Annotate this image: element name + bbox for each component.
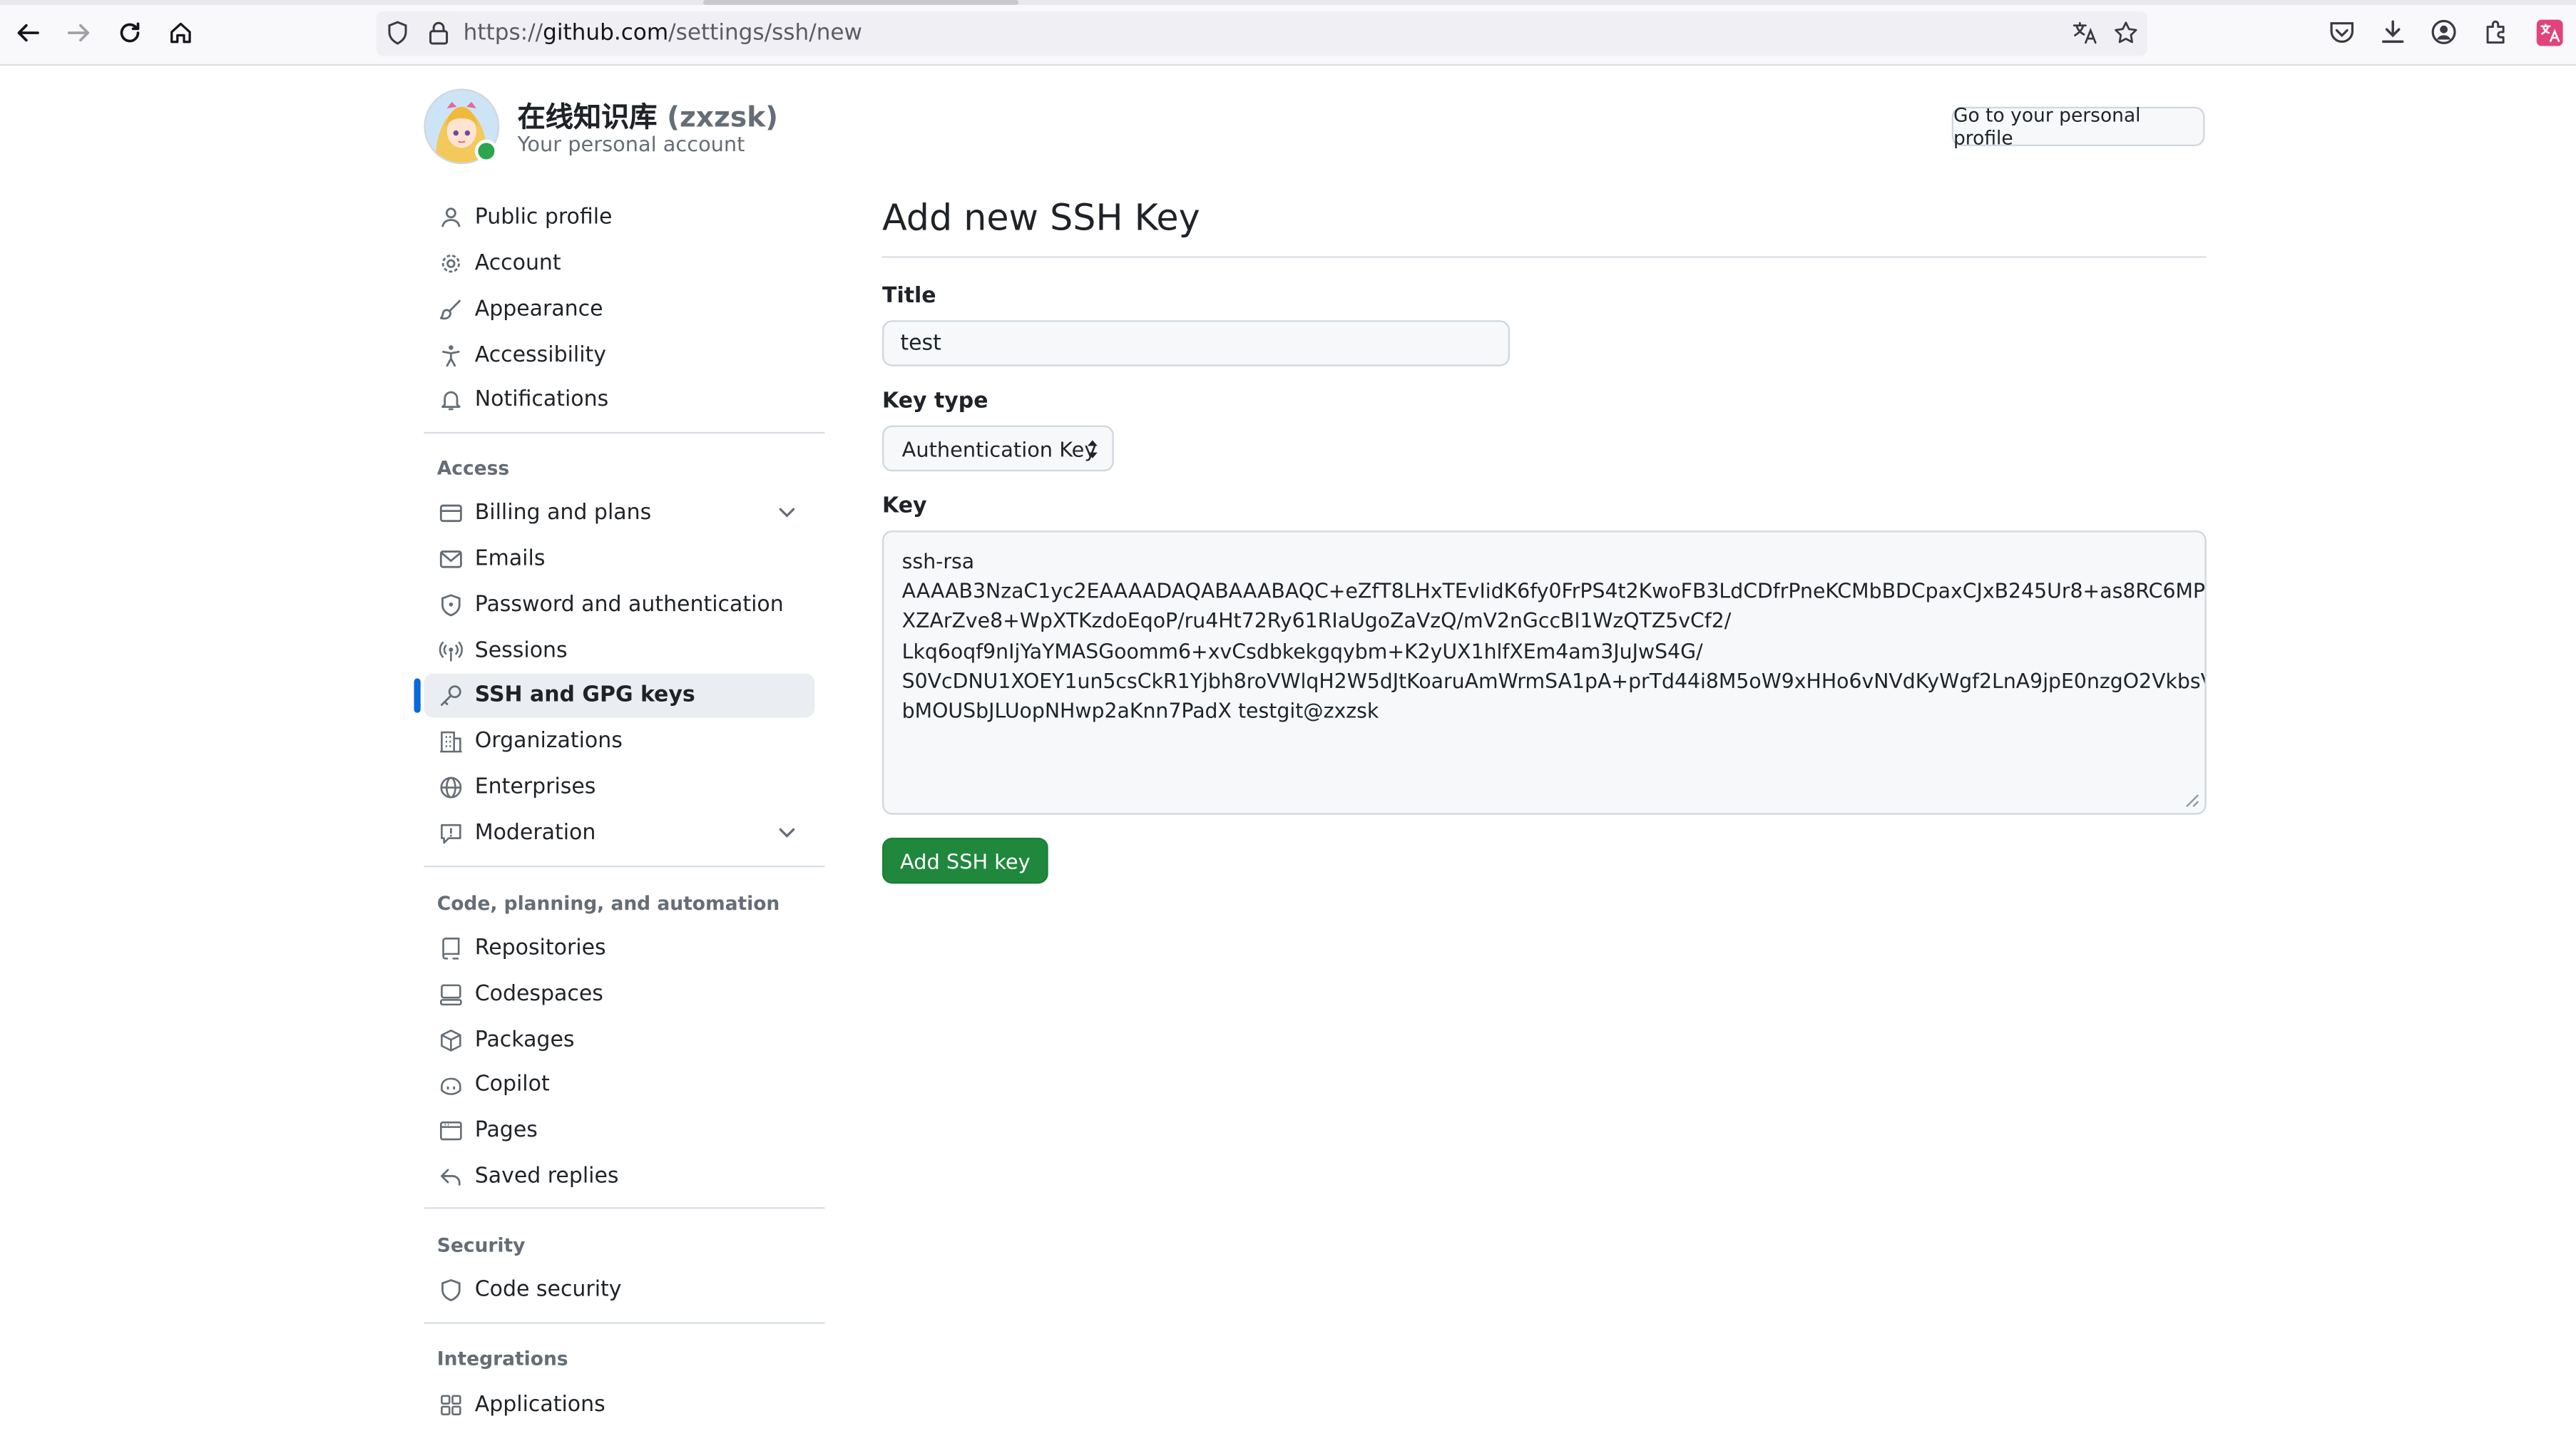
translate-icon[interactable]: [2072, 20, 2098, 46]
sidebar-item-organizations[interactable]: Organizations: [424, 719, 814, 764]
tracking-protection-icon[interactable]: [384, 20, 411, 46]
resize-handle-icon[interactable]: [2185, 794, 2200, 809]
paintbrush-icon: [437, 297, 464, 323]
home-icon: [170, 22, 191, 43]
sidebar-item-appearance[interactable]: Appearance: [424, 287, 814, 332]
arrow-right-icon: [67, 24, 90, 42]
sidebar-item-emails[interactable]: Emails: [424, 537, 814, 581]
key-label: Key: [882, 494, 927, 519]
title-divider: [882, 256, 2207, 258]
section-heading-code: Code, planning, and automation: [436, 891, 780, 916]
broadcast-icon: [437, 638, 464, 665]
sidebar-item-moderation[interactable]: Moderation: [424, 811, 814, 856]
globe-icon: [437, 774, 464, 801]
back-button[interactable]: [9, 13, 48, 52]
sidebar-item-password-auth[interactable]: Password and authentication: [424, 583, 814, 627]
url-bar[interactable]: https://github.com/settings/ssh/new: [376, 11, 2147, 56]
sidebar-item-applications[interactable]: Applications: [424, 1383, 814, 1427]
star-icon[interactable]: [2112, 20, 2139, 46]
home-button[interactable]: [161, 13, 200, 52]
download-icon[interactable]: [2379, 18, 2408, 47]
sidebar-item-billing[interactable]: Billing and plans: [424, 491, 814, 535]
sidebar-item-public-profile[interactable]: Public profile: [424, 195, 814, 240]
apps-icon: [437, 1392, 464, 1418]
key-textarea[interactable]: ssh-rsa AAAAB3NzaC1yc2EAAAADAQABAAABAQC+…: [882, 530, 2207, 815]
sidebar-item-copilot[interactable]: Copilot: [424, 1062, 814, 1107]
reply-icon: [437, 1164, 464, 1190]
add-ssh-key-button[interactable]: Add SSH key: [882, 837, 1048, 884]
accessibility-icon: [437, 342, 464, 369]
sidebar-item-account[interactable]: Account: [424, 242, 814, 286]
extension-translate-icon[interactable]: [2536, 19, 2563, 46]
chevron-down-icon[interactable]: [775, 821, 798, 844]
sidebar-item-ssh-gpg-keys[interactable]: SSH and GPG keys: [424, 673, 815, 718]
account-name: 在线知识库 (zxzsk): [517, 101, 779, 135]
shield-lock-icon: [437, 592, 464, 618]
sidebar-item-repositories[interactable]: Repositories: [424, 926, 814, 970]
page-title: Add new SSH Key: [882, 198, 1200, 240]
sidebar-item-codespaces[interactable]: Codespaces: [424, 973, 814, 1017]
repo-icon: [437, 935, 464, 962]
account-subtitle: Your personal account: [517, 131, 745, 156]
sidebar-divider: [424, 1322, 825, 1324]
sidebar-divider: [424, 431, 825, 434]
key-type-select[interactable]: Authentication Key: [882, 425, 1114, 472]
sidebar-item-accessibility[interactable]: Accessibility: [424, 334, 814, 378]
copilot-icon: [437, 1072, 464, 1098]
section-heading-access: Access: [436, 456, 510, 480]
section-heading-security: Security: [436, 1234, 526, 1257]
sidebar-item-notifications[interactable]: Notifications: [424, 378, 814, 422]
title-label: Title: [882, 284, 936, 309]
organization-icon: [437, 729, 464, 755]
active-indicator: [414, 678, 421, 713]
section-heading-integrations: Integrations: [436, 1346, 568, 1370]
tab-strip: [0, 0, 2576, 5]
title-input[interactable]: [882, 320, 1511, 366]
browser-icon: [437, 1118, 464, 1144]
bell-icon: [437, 386, 464, 413]
sidebar-divider: [424, 865, 825, 868]
mail-icon: [437, 546, 464, 573]
report-icon: [437, 821, 464, 847]
go-to-profile-button[interactable]: Go to your personal profile: [1951, 103, 2205, 150]
reload-icon: [120, 22, 140, 43]
arrow-left-icon: [17, 24, 39, 42]
sidebar-item-pages[interactable]: Pages: [424, 1109, 814, 1153]
key-icon: [437, 682, 464, 709]
url-text: https://github.com/settings/ssh/new: [463, 19, 862, 46]
select-arrows-icon: [1087, 440, 1098, 458]
sidebar-item-saved-replies[interactable]: Saved replies: [424, 1154, 814, 1199]
person-icon: [437, 205, 464, 231]
lock-icon[interactable]: [426, 20, 452, 46]
online-status-dot: [474, 139, 498, 163]
forward-button[interactable]: [59, 13, 98, 52]
package-icon: [437, 1027, 464, 1054]
codespaces-icon: [437, 981, 464, 1007]
sidebar-divider: [424, 1207, 825, 1209]
sidebar-item-enterprises[interactable]: Enterprises: [424, 765, 814, 809]
sidebar-item-packages[interactable]: Packages: [424, 1018, 814, 1062]
sidebar-item-code-security[interactable]: Code security: [424, 1268, 814, 1312]
sidebar-item-sessions[interactable]: Sessions: [424, 629, 814, 673]
pocket-icon[interactable]: [2328, 18, 2357, 47]
extensions-icon[interactable]: [2483, 18, 2512, 47]
shield-check-icon: [437, 1277, 464, 1303]
account-icon[interactable]: [2430, 18, 2459, 47]
chevron-down-icon[interactable]: [775, 501, 798, 524]
key-type-label: Key type: [882, 389, 988, 414]
credit-card-icon: [437, 500, 464, 526]
reload-button[interactable]: [110, 13, 149, 52]
gear-icon: [437, 250, 464, 277]
